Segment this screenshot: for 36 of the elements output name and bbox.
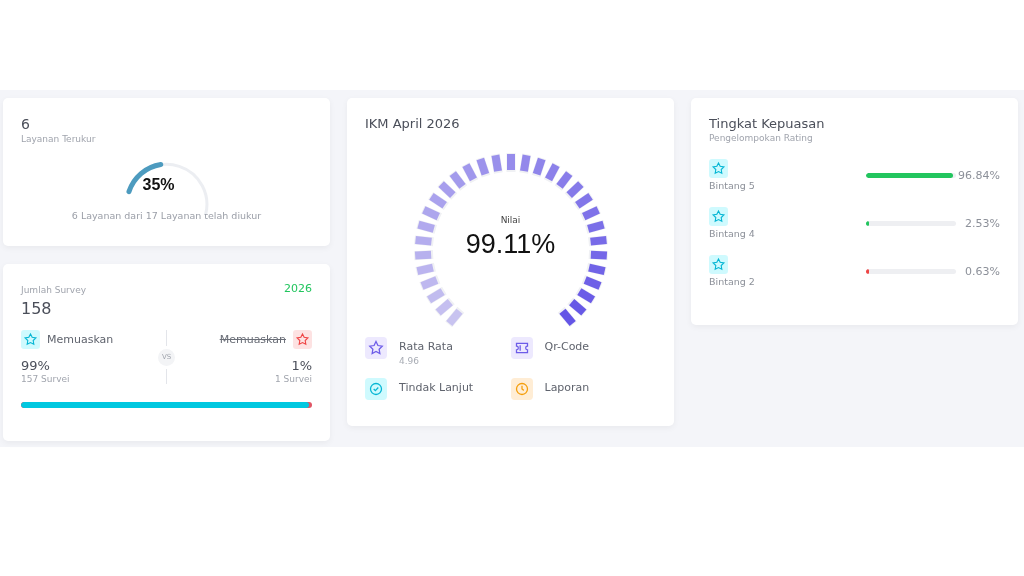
positive-count: 157 Survei (21, 374, 71, 384)
positive-label: Memuaskan (47, 333, 114, 346)
service-note: 6 Layanan dari 17 Layanan telah diukur (70, 210, 263, 221)
negative-count: 1 Survei (274, 374, 312, 384)
rating-percent: 0.63% (964, 264, 1000, 278)
card-title: IKM April 2026 (365, 116, 461, 131)
rating-label: Bintang 2 (709, 276, 756, 287)
star-icon (293, 330, 312, 349)
survey-total: 158 (21, 299, 53, 318)
positive-percent: 99% (21, 358, 51, 373)
rating-label: Bintang 5 (709, 180, 756, 191)
stat-label: Qr-Code (544, 340, 590, 353)
negative-label: Memuaskan (219, 333, 286, 346)
ticket-icon (510, 337, 533, 359)
star-icon (709, 207, 728, 226)
clock-icon (510, 378, 533, 400)
gauge-value: 99.11% (465, 229, 556, 260)
card-title: Tingkat Kepuasan (709, 116, 826, 131)
rating-percent: 2.53% (964, 216, 1000, 230)
service-count: 6 (21, 116, 31, 132)
rating-percent: 96.84% (957, 168, 1000, 182)
stat-label: Laporan (544, 381, 590, 394)
star-icon (709, 159, 728, 178)
stat-label: Tindak Lanjut (399, 381, 474, 394)
star-icon (21, 330, 40, 349)
card-subtitle: Pengelompokan Rating (709, 133, 814, 143)
stat-value: 4.96 (399, 356, 421, 366)
rating-label: Bintang 4 (709, 228, 756, 239)
negative-percent: 1% (291, 358, 312, 373)
survey-label: Jumlah Survey (21, 284, 86, 295)
gauge-label: Nilai (500, 215, 521, 225)
star-icon (709, 255, 728, 274)
stat-label: Rata Rata (399, 340, 453, 353)
service-label: Layanan Terukur (21, 134, 97, 144)
gauge-percent: 35% (142, 176, 175, 194)
survey-year: 2026 (284, 282, 312, 295)
